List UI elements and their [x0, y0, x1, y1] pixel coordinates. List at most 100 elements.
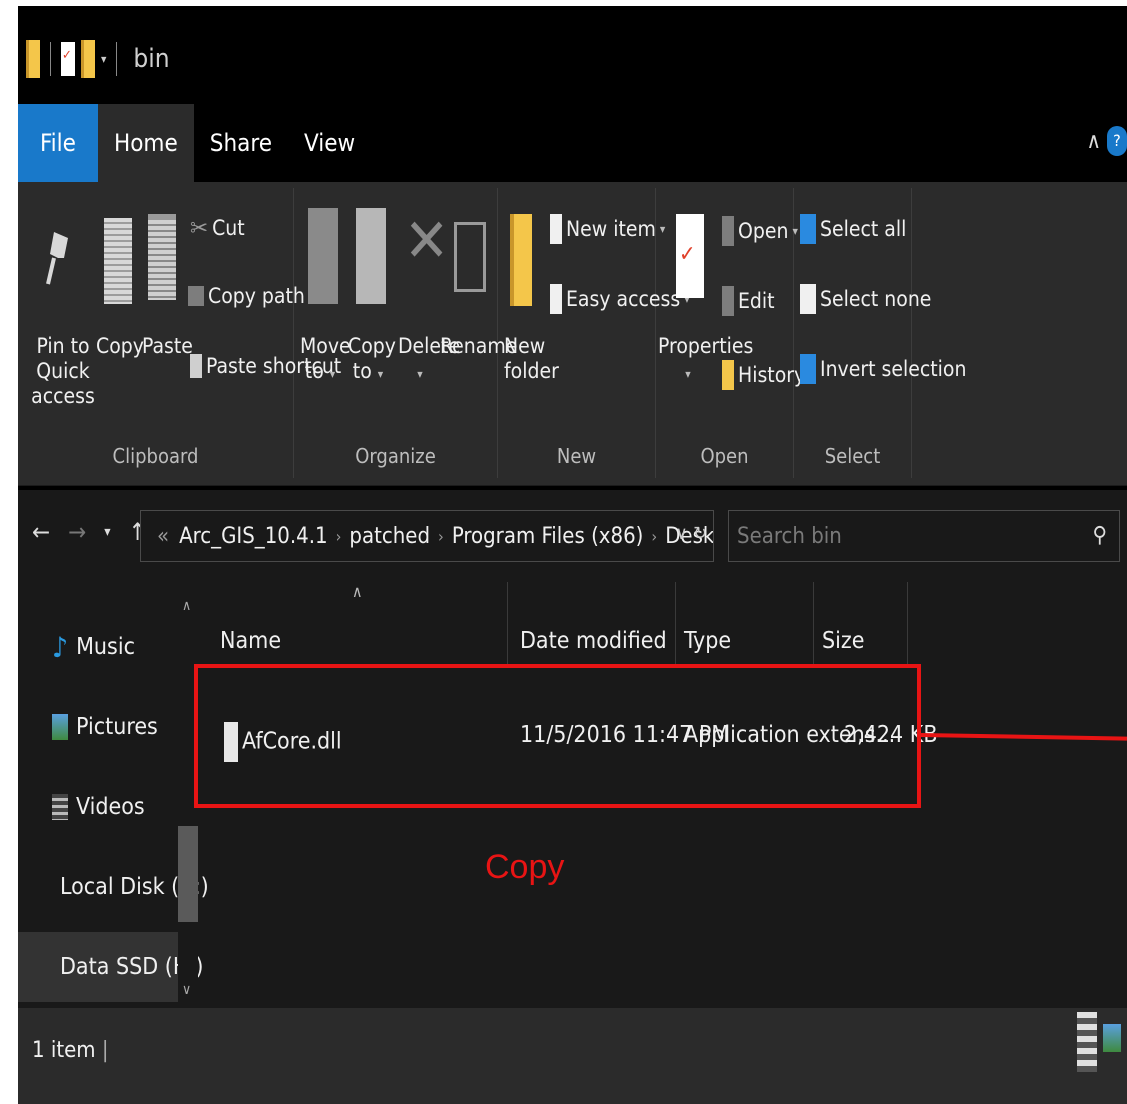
dropdown-arrow-icon: ▾	[417, 367, 423, 382]
breadcrumb-patched[interactable]: patched	[349, 524, 430, 549]
tab-share[interactable]: Share	[194, 104, 288, 182]
invert-selection-icon	[800, 354, 816, 384]
cut-label: Cut	[212, 216, 245, 240]
delete-button[interactable]: Delete ▾	[398, 334, 460, 384]
customize-toolbar-icon[interactable]: ▾	[101, 52, 106, 66]
group-label: Clipboard	[112, 444, 199, 468]
address-bar[interactable]: « Arc_GIS_10.4.1 › patched › Program Fil…	[140, 510, 714, 562]
folder-icon[interactable]	[26, 40, 40, 78]
search-input[interactable]: Search bin ⚲	[728, 510, 1120, 562]
nav-item-label: Music	[76, 634, 135, 660]
breadcrumb-overflow[interactable]: «	[157, 524, 169, 549]
pin-to-quick-access-button[interactable]: Pin to Quick access	[22, 334, 104, 410]
highlight-box	[194, 664, 921, 808]
tab-home[interactable]: Home	[97, 104, 194, 182]
details-view-icon[interactable]	[1077, 1012, 1097, 1072]
annotation-label: Copy	[485, 848, 565, 886]
chevron-right-icon[interactable]: ›	[336, 527, 342, 546]
properties-label: Properties	[658, 334, 754, 358]
new-folder-icon[interactable]	[81, 40, 95, 78]
new-group: New folder New item ▾ Easy access ▾ New	[498, 188, 690, 478]
breadcrumb-arc-gis[interactable]: Arc_GIS_10.4.1	[179, 524, 328, 549]
scrollbar-thumb[interactable]	[178, 826, 198, 922]
easy-access-icon	[550, 284, 562, 314]
column-header-type[interactable]: Type	[678, 582, 814, 666]
properties-icon[interactable]	[61, 42, 75, 76]
copy-icon	[104, 218, 132, 304]
ribbon-controls: ∧ ?	[1087, 126, 1127, 156]
view-buttons	[1077, 1012, 1121, 1072]
move-to-button[interactable]: Move to ▾	[300, 334, 351, 384]
column-header-size[interactable]: Size	[816, 582, 908, 666]
large-icons-view-icon[interactable]	[1103, 1024, 1121, 1052]
copy-path-icon	[188, 286, 204, 306]
group-label: New	[556, 444, 597, 468]
open-button[interactable]: Open ▾	[722, 216, 798, 246]
search-icon[interactable]: ⚲	[1092, 523, 1107, 548]
videos-icon	[52, 794, 68, 820]
navigation-buttons: ← → ▾ ↑	[32, 518, 147, 546]
group-label: Organize	[355, 444, 436, 468]
open-group: Properties ▾ Open ▾ Edit History Open	[656, 188, 805, 478]
new-item-button[interactable]: New item ▾	[550, 214, 665, 244]
ribbon-tabs: File Home Share View ∧ ?	[18, 104, 1127, 182]
chevron-down-icon[interactable]: ∨	[676, 523, 688, 544]
cut-button[interactable]: ✂ Cut	[190, 214, 245, 242]
copy-path-label: Copy path	[208, 284, 305, 308]
nav-item-videos[interactable]: Videos	[18, 772, 178, 842]
chevron-right-icon[interactable]: ›	[438, 527, 444, 546]
column-header-name[interactable]: Name	[214, 582, 508, 666]
breadcrumb-program-files[interactable]: Program Files (x86)	[452, 524, 644, 549]
new-folder-button[interactable]: New folder	[504, 334, 559, 384]
rename-icon	[454, 222, 486, 292]
collapse-ribbon-icon[interactable]: ∧	[1087, 129, 1102, 154]
scroll-down-icon[interactable]: ∨	[182, 982, 191, 998]
properties-button[interactable]: Properties ▾	[658, 334, 753, 384]
paste-button[interactable]: Paste	[142, 334, 193, 359]
invert-selection-button[interactable]: Invert selection	[800, 354, 966, 384]
chevron-right-icon[interactable]: ›	[651, 527, 657, 546]
copy-button[interactable]: Copy	[96, 334, 144, 359]
open-icon	[722, 216, 734, 246]
select-all-label: Select all	[820, 217, 907, 241]
copy-to-button[interactable]: Copy to ▾	[348, 334, 396, 384]
edit-button[interactable]: Edit	[722, 286, 775, 316]
status-bar: 1 item |	[18, 1008, 1127, 1104]
history-icon	[722, 360, 734, 390]
select-all-button[interactable]: Select all	[800, 214, 906, 244]
select-none-icon	[800, 284, 816, 314]
select-group: Select all Select none Invert selection …	[794, 188, 966, 478]
nav-item-music[interactable]: ♪ Music	[18, 612, 178, 682]
paste-shortcut-icon	[190, 354, 202, 378]
back-arrow-icon[interactable]: ←	[32, 518, 50, 546]
select-none-button[interactable]: Select none	[800, 284, 931, 314]
rename-button[interactable]: Rename	[440, 334, 517, 359]
navigation-bar: ← → ▾ ↑ « Arc_GIS_10.4.1 › patched › Pro…	[18, 490, 1127, 582]
history-button[interactable]: History	[722, 360, 805, 390]
tab-view[interactable]: View	[288, 104, 371, 182]
clipboard-group: Pin to Quick access Copy Paste ✂ Cut Cop…	[18, 188, 341, 478]
forward-arrow-icon[interactable]: →	[68, 518, 86, 546]
recent-locations-icon[interactable]: ▾	[104, 524, 110, 540]
delete-icon: ✕	[404, 206, 450, 276]
copy-to-label: Copy to	[348, 334, 396, 384]
copy-path-button[interactable]: Copy path	[188, 284, 305, 308]
group-label: Select	[824, 444, 881, 468]
help-icon[interactable]: ?	[1107, 126, 1127, 156]
item-count: 1 item |	[32, 1038, 109, 1063]
scissors-icon: ✂	[190, 214, 209, 242]
nav-item-pictures[interactable]: Pictures	[18, 692, 178, 762]
column-header-date-modified[interactable]: Date modified	[514, 582, 676, 666]
dropdown-arrow-icon: ▾	[685, 367, 691, 382]
group-label: Open	[700, 444, 749, 468]
scroll-up-icon[interactable]: ∧	[182, 598, 191, 614]
paste-icon	[148, 214, 176, 300]
nav-item-local-disk[interactable]: Local Disk (C:)	[18, 852, 209, 922]
navigation-pane: ♪ Music Pictures Videos Local Disk (C:) …	[18, 582, 209, 1008]
move-to-label: Move to	[300, 334, 351, 384]
new-item-icon	[550, 214, 562, 244]
pictures-icon	[52, 714, 68, 740]
refresh-icon[interactable]: ↻	[693, 523, 707, 544]
tab-file[interactable]: File	[18, 104, 98, 182]
nav-item-data-ssd[interactable]: Data SSD (H:)	[18, 932, 203, 1002]
